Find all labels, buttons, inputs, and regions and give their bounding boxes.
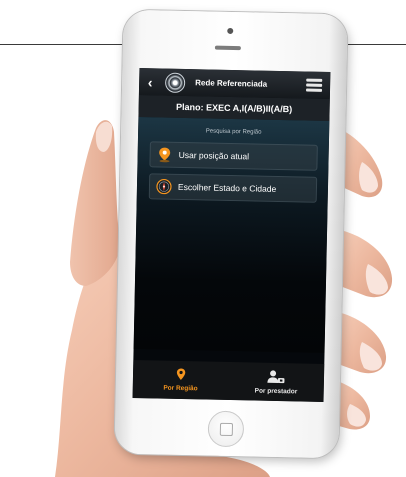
page-title: Rede Referenciada	[195, 78, 268, 89]
bottom-tab-bar: Por Região Por prestador	[132, 359, 325, 402]
app-header: ‹ Rede Referenciada	[138, 68, 331, 100]
tab-por-regiao[interactable]: Por Região	[133, 360, 229, 400]
phone-frame: ‹ Rede Referenciada Plano: EXEC A,I(A/B)…	[114, 9, 348, 459]
hamburger-menu-icon[interactable]	[305, 77, 323, 94]
home-button[interactable]	[207, 410, 245, 448]
back-arrow-icon[interactable]: ‹	[139, 74, 161, 90]
tab-por-regiao-label: Por Região	[163, 384, 198, 393]
location-pin-icon	[176, 368, 186, 380]
choose-state-city-label: Escolher Estado e Cidade	[177, 181, 277, 194]
tab-por-prestador[interactable]: Por prestador	[228, 362, 324, 402]
section-title: Pesquisa por Região	[205, 128, 262, 136]
use-current-location-label: Usar posição atual	[178, 149, 250, 162]
search-panel: Pesquisa por Região Usar posição atual E…	[133, 117, 330, 353]
company-logo-icon	[164, 72, 186, 93]
choose-state-city-button[interactable]: Escolher Estado e Cidade	[148, 173, 318, 203]
use-current-location-button[interactable]: Usar posição atual	[149, 141, 318, 171]
speaker-grille	[214, 45, 241, 51]
compass-icon	[150, 178, 178, 195]
location-pin-icon	[150, 146, 178, 163]
camera-icon	[227, 27, 234, 35]
user-icon	[267, 369, 285, 383]
tab-por-prestador-label: Por prestador	[254, 387, 298, 395]
app-screen: ‹ Rede Referenciada Plano: EXEC A,I(A/B)…	[132, 68, 331, 402]
